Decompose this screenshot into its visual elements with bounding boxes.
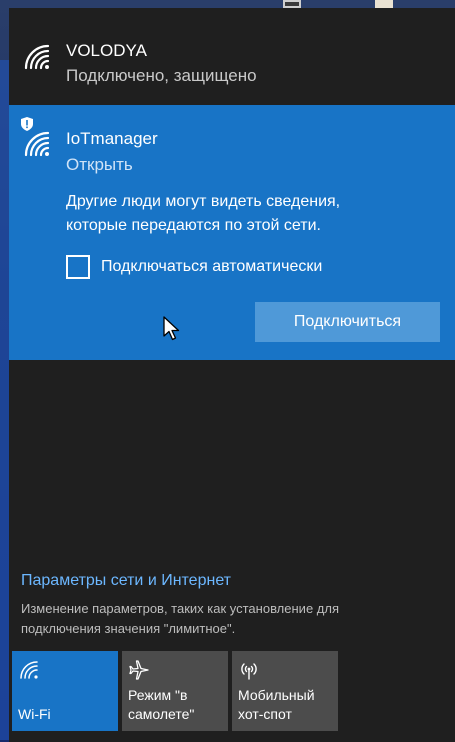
hotspot-icon [241, 663, 257, 680]
network-flyout: VOLODYA Подключено, защищено IoTmanager … [9, 8, 455, 742]
tile-label: Мобильный хот-спот [238, 687, 315, 722]
network-ssid: VOLODYA [66, 41, 147, 60]
network-status: Открыть [66, 155, 133, 174]
airplane-icon [129, 660, 149, 680]
auto-connect-checkbox[interactable] [66, 255, 90, 279]
auto-connect-label[interactable]: Подключаться автоматически [101, 258, 322, 276]
network-list-empty-area [9, 360, 455, 572]
network-settings-description: Изменение параметров, таких как установл… [21, 601, 339, 636]
security-warning-text: Другие люди могут видеть сведения, котор… [66, 193, 341, 234]
wifi-toggle-tile[interactable]: Wi-Fi [12, 651, 118, 731]
connect-button[interactable]: Подключиться [255, 302, 440, 342]
airplane-mode-tile[interactable]: Режим "в самолете" [122, 651, 228, 731]
wifi-icon [20, 661, 38, 679]
desktop-icon[interactable] [375, 0, 393, 8]
mobile-hotspot-tile[interactable]: Мобильный хот-спот [232, 651, 338, 731]
desktop-edge [0, 60, 9, 740]
desktop-icon[interactable] [283, 0, 301, 8]
auto-connect-row[interactable]: Подключаться автоматически [66, 255, 322, 279]
network-item-volodya[interactable]: VOLODYA Подключено, защищено [9, 8, 455, 105]
network-ssid: IoTmanager [66, 129, 158, 148]
network-status: Подключено, защищено [66, 66, 257, 85]
network-item-iotmanager[interactable]: IoTmanager Открыть Другие люди могут вид… [9, 105, 455, 360]
network-settings-link[interactable]: Параметры сети и Интернет [21, 572, 231, 590]
wifi-signal-icon [24, 44, 50, 70]
tile-label: Режим "в самолете" [128, 687, 195, 722]
wifi-signal-icon [24, 131, 50, 157]
mouse-cursor-icon [163, 316, 180, 341]
quick-actions: Wi-Fi Режим "в самолете" Мобильный хот-с… [12, 651, 338, 731]
tile-label: Wi-Fi [18, 706, 51, 722]
